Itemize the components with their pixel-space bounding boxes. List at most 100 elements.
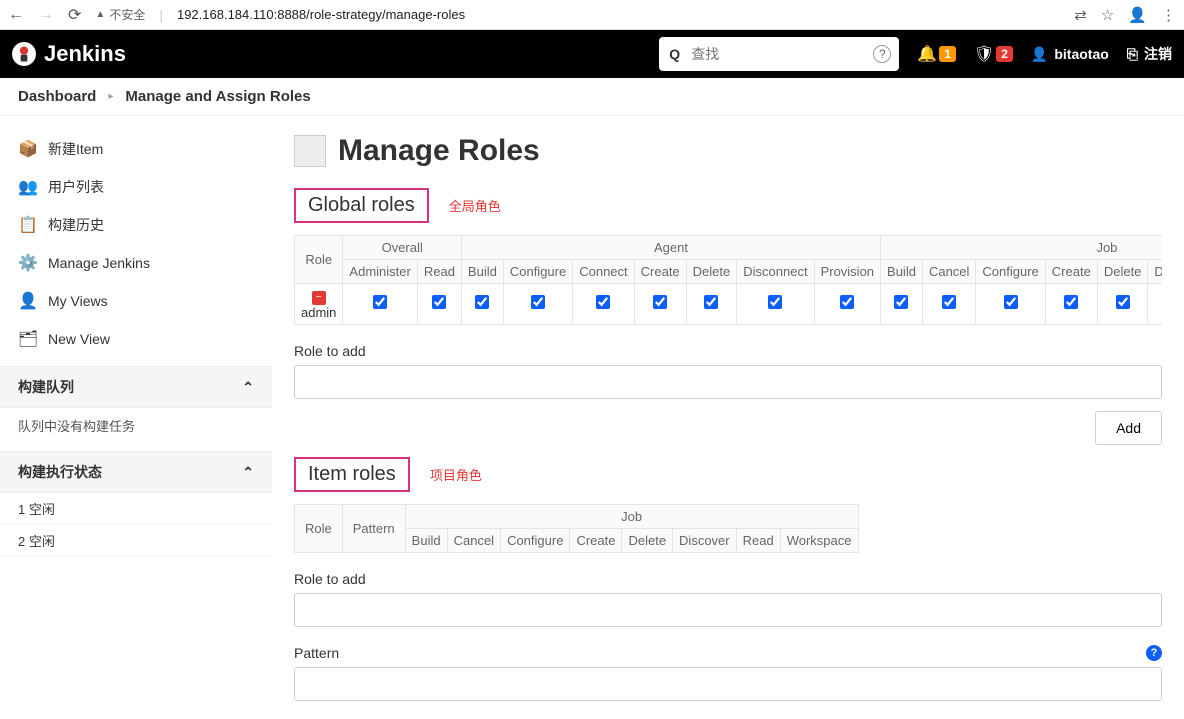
executor-status-label: 构建执行状态 — [18, 462, 102, 482]
permission-checkbox[interactable] — [840, 295, 854, 309]
security-alerts[interactable]: 🛡 2 — [974, 44, 1013, 64]
new-view-icon: 🗂 — [18, 329, 38, 349]
search-box[interactable]: Q ? — [659, 37, 899, 71]
global-add-button[interactable]: Add — [1095, 411, 1162, 445]
pattern-label-text: Pattern — [294, 645, 339, 661]
permission-header: Disconnect — [737, 260, 814, 284]
logout-button[interactable]: ⎘ 注销 — [1127, 44, 1172, 64]
delete-role-icon[interactable]: − — [312, 291, 326, 305]
help-icon[interactable]: ? — [1146, 645, 1162, 661]
chevron-up-icon: ⌃ — [242, 379, 254, 396]
role-row: − admin — [295, 284, 343, 325]
reload-button[interactable]: ⟳ — [68, 5, 81, 25]
permission-checkbox[interactable] — [942, 295, 956, 309]
pattern-column-header: Pattern — [342, 504, 405, 552]
permission-checkbox[interactable] — [1004, 295, 1018, 309]
security-indicator[interactable]: 不安全 — [95, 6, 145, 23]
sidebar-item-newview[interactable]: 🗂 New View — [0, 320, 272, 358]
jenkins-icon — [12, 42, 36, 66]
permission-checkbox[interactable] — [596, 295, 610, 309]
item-role-to-add-input[interactable] — [294, 593, 1162, 627]
pattern-input[interactable] — [294, 667, 1162, 701]
jenkins-header: Jenkins Q ? 🔔 1 🛡 2 👤 bitaotao ⎘ 注销 — [0, 30, 1184, 78]
permission-header: Configure — [501, 528, 570, 552]
permission-checkbox[interactable] — [1064, 295, 1078, 309]
permission-header: Discover — [1148, 260, 1162, 284]
sidebar-item-label: 用户列表 — [48, 177, 104, 197]
pattern-label: Pattern ? — [294, 645, 1162, 661]
user-icon: 👤 — [1031, 46, 1048, 63]
new-item-icon: 📦 — [18, 139, 38, 159]
executor-status-header[interactable]: 构建执行状态 ⌃ — [0, 452, 272, 493]
global-roles-table: RoleOverallAgentJobViewAdministerReadBui… — [294, 235, 1162, 325]
back-button[interactable]: ← — [8, 6, 24, 24]
search-icon: Q — [669, 46, 680, 62]
search-help-icon[interactable]: ? — [873, 45, 891, 63]
shield-icon: 🛡 — [974, 44, 994, 64]
permission-header: Discover — [673, 528, 737, 552]
chevron-up-icon: ⌃ — [242, 464, 254, 481]
permission-header: Configure — [503, 260, 572, 284]
item-roles-table: RolePatternJobBuildCancelConfigureCreate… — [294, 504, 859, 553]
build-queue-header[interactable]: 构建队列 ⌃ — [0, 367, 272, 408]
permission-checkbox[interactable] — [373, 295, 387, 309]
sidebar-item-label: Manage Jenkins — [48, 255, 150, 271]
sidebar: 📦新建Item 👥用户列表 📋 构建历史 ⚙️Manage Jenkins 👤My… — [0, 116, 272, 719]
role-name: admin — [301, 305, 336, 320]
permission-checkbox[interactable] — [1116, 295, 1130, 309]
role-icon — [294, 135, 326, 167]
logout-label: 注销 — [1144, 44, 1172, 64]
browser-toolbar: ← → ⟳ 不安全 | 192.168.184.110:8888/role-st… — [0, 0, 1184, 30]
profile-icon[interactable]: 👤 — [1128, 6, 1147, 24]
sidebar-item-history[interactable]: 📋 构建历史 — [0, 206, 272, 244]
user-menu[interactable]: 👤 bitaotao — [1031, 46, 1109, 63]
sidebar-item-label: My Views — [48, 293, 108, 309]
permission-header: Provision — [814, 260, 880, 284]
history-icon: 📋 — [18, 215, 38, 235]
permission-header: Configure — [976, 260, 1045, 284]
forward-button[interactable]: → — [38, 6, 54, 24]
menu-icon[interactable]: ⋮ — [1161, 6, 1176, 24]
role-column-header: Role — [295, 236, 343, 284]
sidebar-item-new[interactable]: 📦新建Item — [0, 130, 272, 168]
username: bitaotao — [1054, 46, 1108, 62]
permission-checkbox[interactable] — [653, 295, 667, 309]
bookmark-icon[interactable]: ☆ — [1101, 6, 1114, 24]
permission-header: Administer — [343, 260, 417, 284]
breadcrumb-manage-roles[interactable]: Manage and Assign Roles — [125, 88, 310, 105]
permission-header: Cancel — [922, 260, 975, 284]
notifications-bell[interactable]: 🔔 1 — [917, 44, 956, 64]
page-title: Manage Roles — [338, 134, 540, 168]
translate-icon[interactable]: ⇄ — [1074, 6, 1087, 24]
breadcrumb-dashboard[interactable]: Dashboard — [18, 88, 96, 105]
notif-count-2: 2 — [996, 46, 1013, 62]
search-input[interactable] — [691, 46, 867, 62]
permission-header: Delete — [686, 260, 737, 284]
permission-header: Build — [881, 260, 923, 284]
permission-header: Build — [461, 260, 503, 284]
role-column-header: Role — [295, 504, 343, 552]
sidebar-item-views[interactable]: 👤My Views — [0, 282, 272, 320]
item-roles-annotation: 项目角色 — [430, 465, 482, 484]
permission-header: Create — [634, 260, 686, 284]
sidebar-item-label: New View — [48, 331, 110, 347]
item-roles-heading: Item roles — [294, 457, 410, 492]
main-content: Manage Roles Global roles 全局角色 RoleOvera… — [272, 116, 1184, 719]
permission-checkbox[interactable] — [768, 295, 782, 309]
executor-1: 1 空闲 — [0, 493, 272, 525]
permission-checkbox[interactable] — [531, 295, 545, 309]
jenkins-logo[interactable]: Jenkins — [12, 41, 126, 67]
group-header: Agent — [461, 236, 880, 260]
sidebar-item-users[interactable]: 👥用户列表 — [0, 168, 272, 206]
executor-2: 2 空闲 — [0, 525, 272, 557]
global-role-to-add-input[interactable] — [294, 365, 1162, 399]
permission-checkbox[interactable] — [432, 295, 446, 309]
sidebar-item-label: 构建历史 — [48, 215, 104, 235]
permission-checkbox[interactable] — [475, 295, 489, 309]
sidebar-item-manage[interactable]: ⚙️Manage Jenkins — [0, 244, 272, 282]
permission-checkbox[interactable] — [704, 295, 718, 309]
group-header: Job — [405, 504, 858, 528]
permission-header: Create — [570, 528, 622, 552]
permission-checkbox[interactable] — [894, 295, 908, 309]
address-bar[interactable]: 192.168.184.110:8888/role-strategy/manag… — [177, 7, 465, 22]
